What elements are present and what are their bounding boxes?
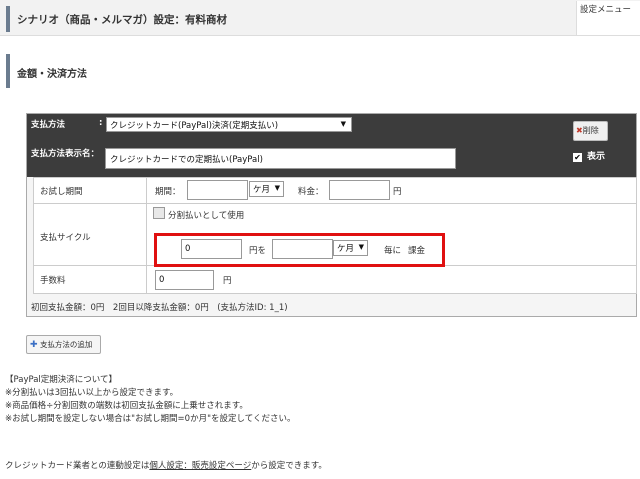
dropdown-arrow-icon: ▼ [358,243,364,251]
payment-summary: 初回支払金額：0円 2回目以降支払金額：0円 (支払方法ID: 1_1) [31,303,288,313]
cycle-charge-label: 課金 [408,246,426,256]
section-header: 金額・決済方法 [0,54,640,88]
cycle-amount-input[interactable]: 0 [181,239,242,259]
footer-suffix: から設定できます。 [251,461,327,471]
trial-period-unit-select[interactable]: ケ月 ▼ [249,181,284,197]
split-payment-checkbox[interactable] [153,207,165,219]
trial-period-input[interactable] [187,180,248,200]
display-name-input[interactable]: クレジットカードでの定期払い(PayPal) [105,148,456,169]
trial-period-label: 期間： [155,187,181,197]
note-line: ※分割払いは3回払い以上から設定できます。 [5,388,179,398]
note-line: 【PayPal定期決済について】 [5,375,118,385]
dropdown-arrow-icon: ▼ [340,120,346,128]
show-checkbox[interactable]: ✔ 表示 [573,149,605,162]
fee-row-label: 手数料 [40,276,66,286]
note-line: ※お試し期間を設定しない場合は"お試し期間=0か月"を設定してください。 [5,414,296,424]
footer-prefix: クレジットカード業者との連動設定は [5,461,150,471]
trial-row-label: お試し期間 [40,187,83,197]
show-checkbox-label: 表示 [587,152,606,162]
display-name-label: 支払方法表示名： [31,149,100,159]
table-row-divider [34,203,636,204]
fee-input[interactable]: 0 [155,270,214,290]
fee-unit: 円 [223,276,232,286]
section-accent-bar [6,54,10,88]
payment-method-header: 支払方法 : クレジットカード(PayPal)決済(定期支払い) ▼ 支払方法表… [27,114,636,177]
cycle-amount-unit: 円を [249,246,267,256]
page-header: シナリオ（商品・メルマガ）設定：有料商材 設定メニュー [0,0,640,36]
section-title: 金額・決済方法 [17,69,87,80]
checkbox-checked-icon: ✔ [573,153,582,162]
trial-fee-unit: 円 [393,187,402,197]
delete-icon: ✖ [576,126,583,135]
page-title: シナリオ（商品・メルマガ）設定：有料商材 [17,14,227,26]
delete-button-label: 削除 [582,126,599,135]
payment-method-panel: 支払方法 : クレジットカード(PayPal)決済(定期支払い) ▼ 支払方法表… [26,113,637,317]
payment-settings-table: お試し期間 期間： ケ月 ▼ 料金： 円 支払サイクル 分割払いとして使用 0 … [33,177,637,294]
delete-button[interactable]: ✖削除 [573,121,608,141]
paypal-notes: 【PayPal定期決済について】 ※分割払いは3回払い以上から設定できます。 ※… [5,374,295,426]
payment-method-select[interactable]: クレジットカード(PayPal)決済(定期支払い) ▼ [106,117,352,132]
cycle-interval-unit-select[interactable]: ケ月 ▼ [333,240,368,256]
cycle-every-label: 毎に [384,246,402,256]
payment-method-colon: : [99,118,103,128]
plus-icon: ✚ [30,340,38,350]
settings-menu-button[interactable]: 設定メニュー [576,1,640,35]
trial-fee-label: 料金： [298,187,324,197]
add-payment-method-label: 支払方法の追加 [39,340,93,349]
cycle-interval-unit: ケ月 [337,244,355,254]
split-payment-label: 分割払いとして使用 [168,211,245,221]
cycle-interval-input[interactable] [272,239,333,259]
trial-fee-input[interactable] [329,180,390,200]
payment-method-value: クレジットカード(PayPal)決済(定期支払い) [110,121,279,131]
add-payment-method-button[interactable]: ✚ 支払方法の追加 [26,335,101,354]
trial-period-unit: ケ月 [253,185,271,195]
cycle-row-label: 支払サイクル [40,233,91,243]
table-column-divider [146,178,147,293]
dropdown-arrow-icon: ▼ [274,184,280,192]
sales-settings-link[interactable]: 個人設定：販売設定ページ [149,461,251,471]
footer-note: クレジットカード業者との連動設定は個人設定：販売設定ページから設定できます。 [5,459,327,471]
payment-method-label: 支払方法 [31,120,66,130]
header-accent-bar [6,6,10,32]
note-line: ※商品価格÷分割回数の端数は初回支払金額に上乗せされます。 [5,401,248,411]
